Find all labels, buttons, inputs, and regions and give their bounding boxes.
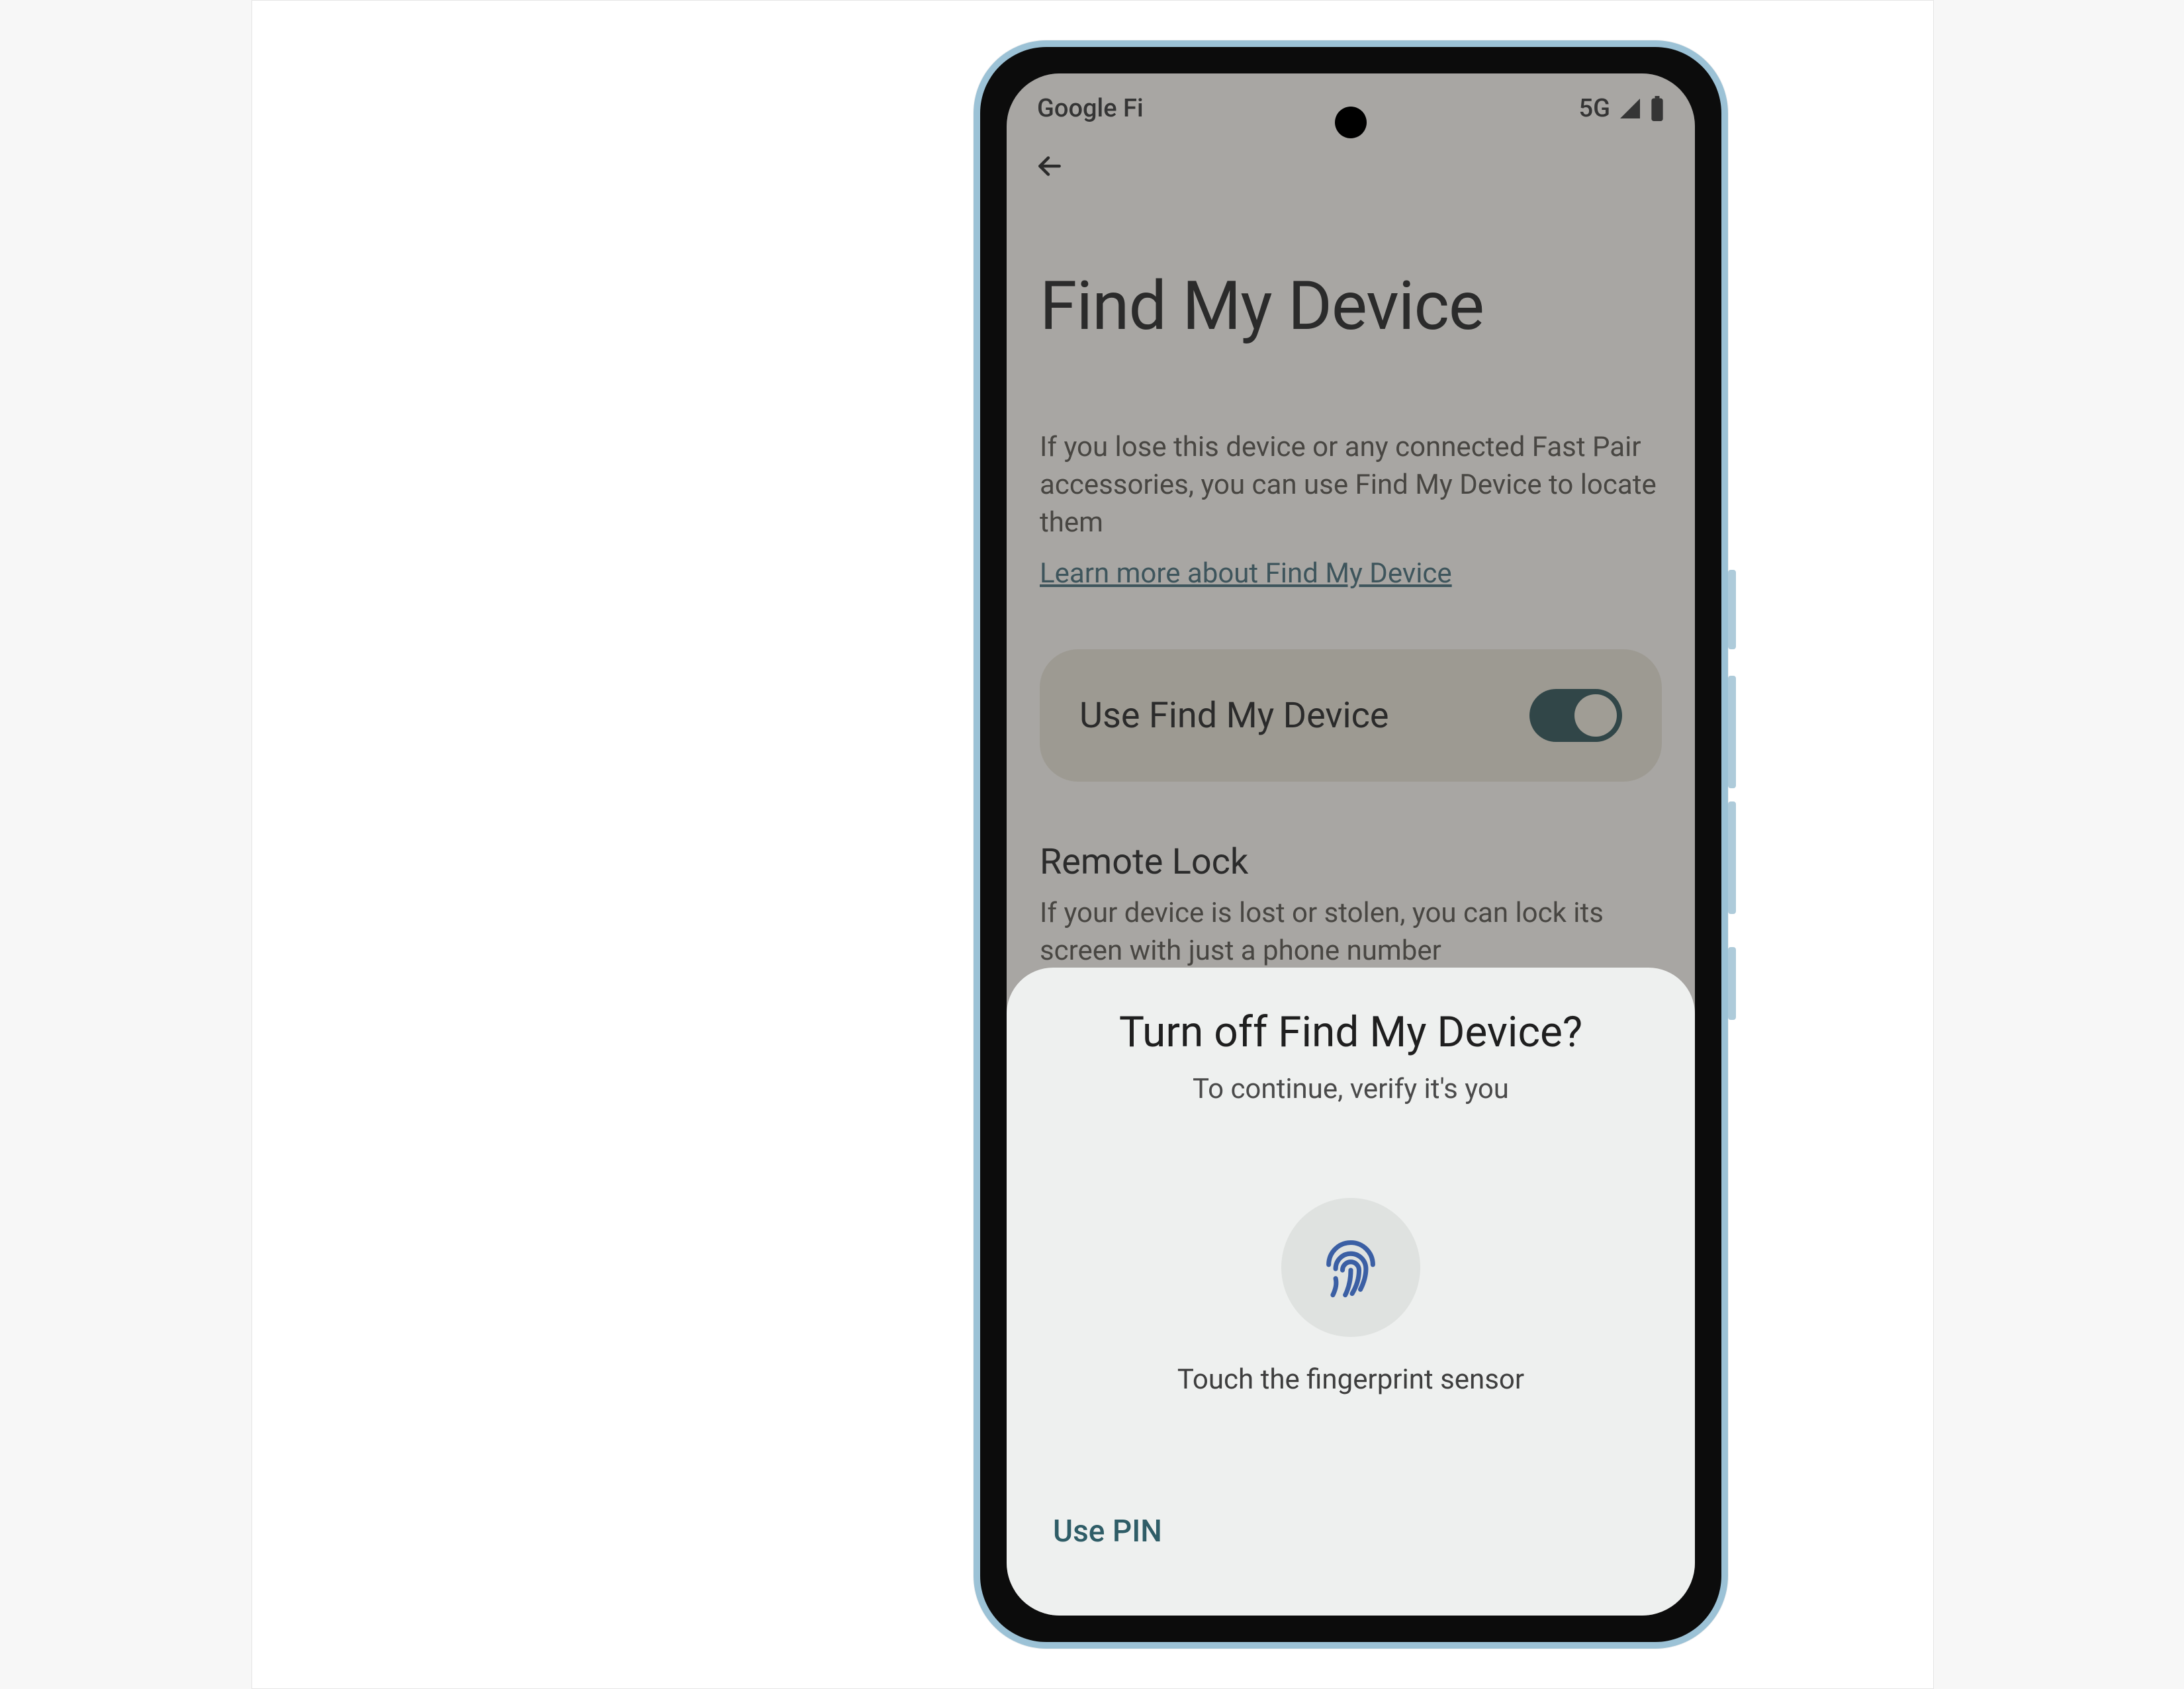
fingerprint-sensor[interactable] [1281,1198,1420,1337]
volume-up-button [1728,676,1736,788]
verify-identity-sheet: Turn off Find My Device? To continue, ve… [1007,968,1695,1616]
screen: Google Fi 5G [1007,73,1695,1616]
fingerprint-hint: Touch the fingerprint sensor [1177,1363,1524,1396]
use-pin-button[interactable]: Use PIN [1053,1514,1162,1549]
sheet-subtitle: To continue, verify it's you [1193,1073,1509,1105]
power-button [1728,947,1736,1020]
volume-down-button [1728,801,1736,914]
sheet-title: Turn off Find My Device? [1119,1007,1582,1057]
side-button [1728,570,1736,649]
phone-frame: Google Fi 5G [974,40,1728,1649]
front-camera [1335,107,1367,138]
fingerprint-icon [1318,1234,1384,1301]
